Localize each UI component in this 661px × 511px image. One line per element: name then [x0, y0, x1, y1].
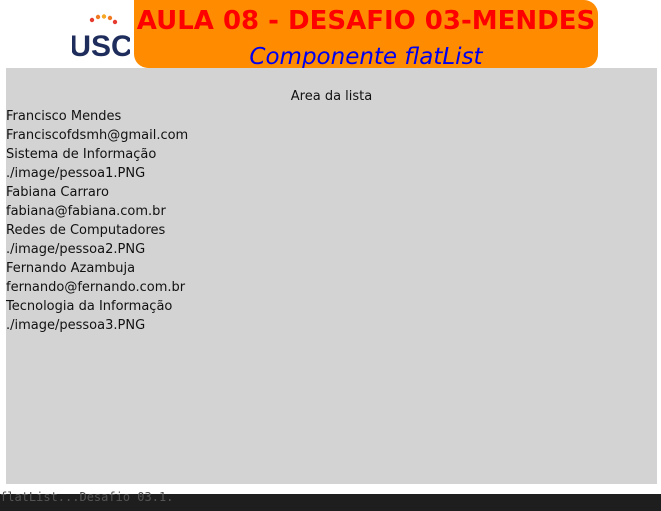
list-header: Area da lista [290, 89, 373, 104]
flat-list: Francisco Mendes Franciscofdsmh@gmail.co… [6, 107, 188, 335]
list-area[interactable]: Area da lista Francisco Mendes Francisco… [6, 68, 657, 484]
item-name: Fabiana Carraro [6, 185, 109, 200]
item-email: fabiana@fabiana.com.br [6, 204, 166, 219]
list-item: Francisco Mendes Franciscofdsmh@gmail.co… [6, 107, 188, 183]
bottom-bar-text: flatList...Desafio 03.1. [0, 490, 174, 504]
page-subtitle: Componente flatList [249, 44, 483, 68]
header: USC AULA 08 - DESAFIO 03-MENDES Componen… [0, 0, 661, 68]
bottom-bar: flatList...Desafio 03.1. [0, 490, 661, 511]
item-image-path: ./image/pessoa1.PNG [6, 166, 146, 181]
item-name: Francisco Mendes [6, 109, 122, 124]
item-email: fernando@fernando.com.br [6, 280, 186, 295]
item-name: Fernando Azambuja [6, 261, 136, 276]
page-title: AULA 08 - DESAFIO 03-MENDES [136, 6, 596, 36]
title-banner: AULA 08 - DESAFIO 03-MENDES Componente f… [134, 0, 598, 68]
item-email: Franciscofdsmh@gmail.com [6, 128, 189, 143]
usc-logo: USC [72, 14, 130, 62]
list-item: Fabiana Carraro fabiana@fabiana.com.br R… [6, 183, 188, 259]
item-course: Sistema de Informação [6, 147, 157, 162]
item-course: Tecnologia da Informação [6, 299, 173, 314]
list-item: Fernando Azambuja fernando@fernando.com.… [6, 259, 188, 335]
item-course: Redes de Computadores [6, 223, 166, 238]
item-image-path: ./image/pessoa2.PNG [6, 242, 146, 257]
svg-text:USC: USC [72, 30, 130, 62]
item-image-path: ./image/pessoa3.PNG [6, 318, 146, 333]
